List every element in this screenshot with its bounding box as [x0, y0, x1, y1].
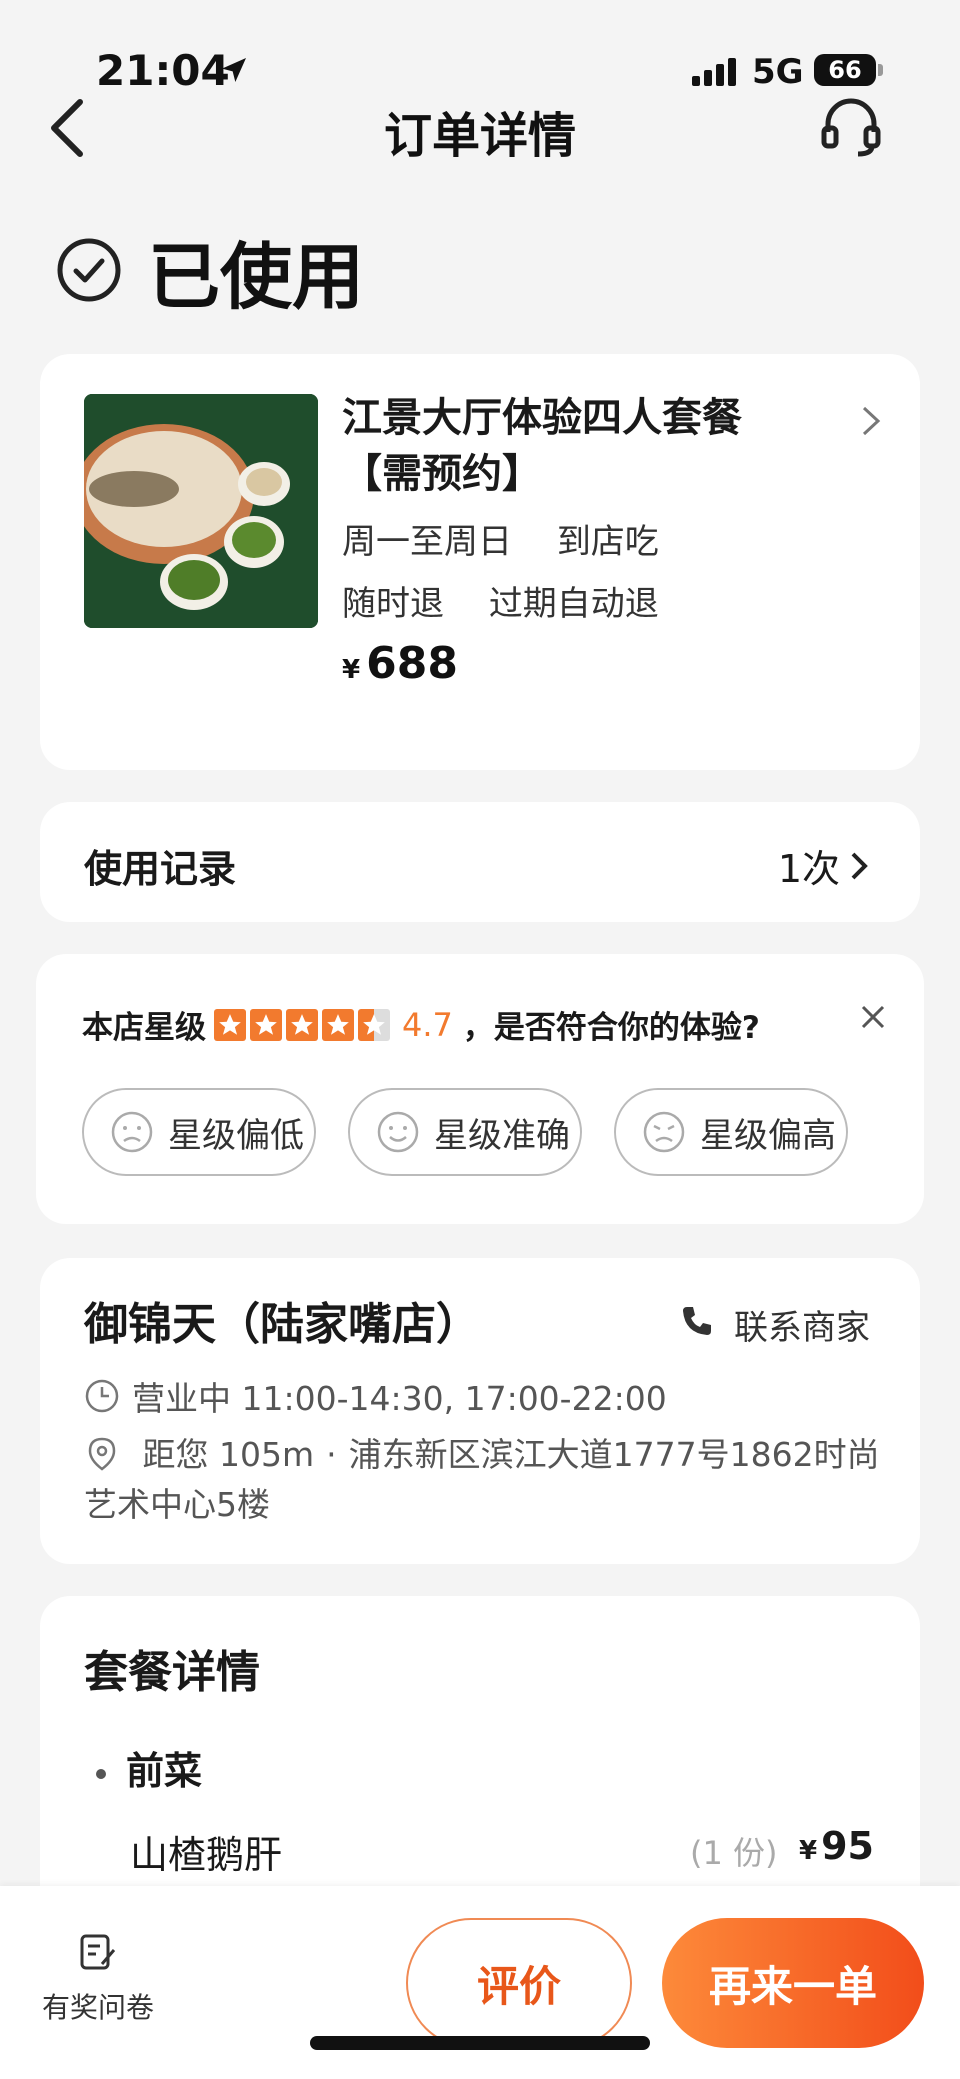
price-value: 95: [821, 1824, 874, 1868]
chevron-right-icon[interactable]: [860, 404, 882, 438]
sad-face-icon: [111, 1111, 153, 1153]
rating-option-label: 星级偏高: [700, 1115, 836, 1156]
shop-address[interactable]: 距您 105m · 浦东新区滨江大道1777号1862时尚艺术中心5楼: [84, 1430, 904, 1530]
close-icon[interactable]: [858, 1002, 888, 1032]
review-button[interactable]: 评价: [406, 1918, 632, 2048]
rating-high-button[interactable]: 星级偏高: [614, 1088, 848, 1176]
usage-record-label: 使用记录: [84, 847, 237, 891]
product-title: 江景大厅体验四人套餐【需预约】: [342, 395, 742, 497]
usage-record-count: 1次: [777, 847, 840, 891]
location-pin-icon: [88, 1437, 116, 1471]
rating-accurate-button[interactable]: 星级准确: [348, 1088, 582, 1176]
rating-options: 星级偏低 星级准确 星级偏高: [82, 1088, 880, 1176]
order-status-text: 已使用: [148, 234, 365, 319]
customer-service-icon[interactable]: [818, 94, 884, 160]
price-symbol: ¥: [342, 655, 361, 685]
product-tag: 周一至周日: [342, 522, 512, 562]
star-icon: [214, 1008, 246, 1041]
star-icon: [250, 1008, 282, 1041]
package-section: 前菜: [96, 1740, 202, 1795]
network-label: 5G: [752, 52, 804, 92]
shop-hours-text: 营业中 11:00-14:30, 17:00-22:00: [132, 1379, 667, 1418]
rating-option-label: 星级准确: [434, 1115, 570, 1156]
star-icon: [322, 1008, 354, 1041]
star-icon: [286, 1008, 318, 1041]
location-arrow-icon: [222, 58, 246, 82]
contact-merchant-button[interactable]: 联系商家: [734, 1300, 870, 1349]
status-time: 21:04: [96, 46, 230, 95]
star-rating: [214, 1008, 394, 1041]
survey-edit-icon: [80, 1934, 116, 1970]
package-item-price: ¥95: [799, 1824, 874, 1868]
survey-button[interactable]: 有奖问卷: [36, 1930, 160, 2026]
smile-face-icon: [377, 1111, 419, 1153]
price-value: 688: [366, 638, 458, 689]
product-tag: 到店吃: [556, 522, 659, 562]
rating-prefix: 本店星级: [82, 1010, 206, 1046]
home-indicator: [310, 2036, 650, 2050]
rating-question: 本店星级 4.7 ，是否符合你的体验?: [82, 1002, 760, 1047]
rating-low-button[interactable]: 星级偏低: [82, 1088, 316, 1176]
product-card[interactable]: 江景大厅体验四人套餐【需预约】 周一至周日 到店吃 随时退 过期自动退 ¥688: [40, 354, 920, 770]
package-item-name: 山楂鹅肝: [130, 1833, 283, 1877]
package-item: 山楂鹅肝 (1 份) ¥95: [130, 1824, 920, 1879]
shop-name: 御锦天（陆家嘴店）: [84, 1299, 480, 1350]
reorder-button[interactable]: 再来一单: [662, 1918, 924, 2048]
frown-face-icon: [643, 1111, 685, 1153]
phone-icon[interactable]: [680, 1304, 714, 1338]
rating-value: 4.7: [402, 1005, 453, 1044]
check-circle-icon: [57, 238, 121, 302]
half-star-icon: [358, 1008, 390, 1041]
product-tag: 随时退: [342, 584, 444, 624]
product-image: [84, 394, 318, 628]
rating-feedback-card: 本店星级 4.7 ，是否符合你的体验? 星级偏低 星级准确 星级偏高: [36, 954, 924, 1224]
product-tag: 过期自动退: [488, 584, 659, 624]
product-price: ¥688: [342, 638, 458, 689]
battery-icon: 66: [814, 54, 876, 86]
chevron-right-icon[interactable]: [848, 850, 870, 882]
shop-hours: 营业中 11:00-14:30, 17:00-22:00: [84, 1372, 667, 1420]
clock-icon: [85, 1379, 119, 1413]
package-title: 套餐详情: [84, 1647, 260, 1698]
battery-tip: [878, 64, 883, 76]
bottom-action-bar: 有奖问卷 评价 再来一单: [0, 1886, 960, 2079]
product-tags-line1: 周一至周日 到店吃: [342, 514, 693, 563]
package-section-label: 前菜: [126, 1749, 203, 1793]
survey-label: 有奖问卷: [41, 1991, 154, 2024]
price-symbol: ¥: [799, 1836, 818, 1866]
shop-distance: 距您 105m: [142, 1435, 315, 1474]
product-tags-line2: 随时退 过期自动退: [342, 576, 693, 625]
dish-illustration: [84, 394, 318, 628]
usage-record-row[interactable]: 使用记录 1次: [40, 802, 920, 922]
separator-dot: ·: [326, 1435, 337, 1474]
status-bar: 21:04 5G 66: [0, 0, 960, 110]
signal-icon: [692, 58, 736, 86]
rating-option-label: 星级偏低: [168, 1115, 304, 1156]
rating-question-text: ，是否符合你的体验?: [462, 1010, 760, 1046]
order-status: 已使用: [56, 225, 364, 319]
package-item-qty: (1 份): [690, 1834, 778, 1872]
page-title: 订单详情: [383, 108, 576, 164]
bullet-icon: [96, 1768, 106, 1779]
shop-card: 御锦天（陆家嘴店） 联系商家 营业中 11:00-14:30, 17:00-22…: [40, 1258, 920, 1564]
